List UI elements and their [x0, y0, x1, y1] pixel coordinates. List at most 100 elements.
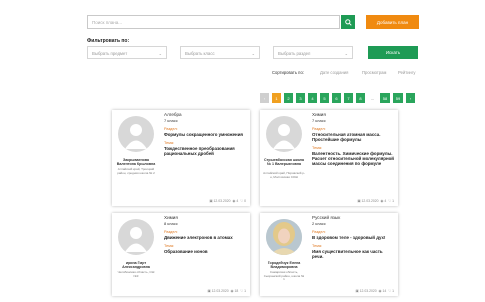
add-plan-button[interactable]: Добавить план — [366, 15, 419, 29]
sort-label: Сортировать по: — [272, 70, 304, 75]
author-org: Алтайский край, Пировский р-н, Мостовска… — [263, 171, 305, 179]
likes-count: 1 — [392, 289, 394, 293]
plan-card[interactable]: Городейчук Елена Владимировна Самарская … — [260, 213, 398, 296]
subject: Русский язык — [312, 215, 341, 220]
card-body: Алгебра 7 класс Раздел: Формулы сокращен… — [164, 112, 246, 156]
subject: Химия — [164, 215, 178, 220]
page-2[interactable]: 2 — [284, 93, 293, 103]
grade: 2 класс — [312, 221, 326, 226]
page-8[interactable]: 8 — [356, 93, 365, 103]
page-58[interactable]: 58 — [380, 93, 390, 103]
avatar — [118, 219, 154, 255]
author-name: Стрыевбахская школа № 1 Валерьяновна — [264, 158, 304, 167]
user-placeholder-icon — [273, 124, 295, 149]
date: 12.03.2020 — [213, 199, 231, 203]
section-value: Движение электронов в атомах — [164, 235, 233, 240]
like-icon[interactable]: ♡ — [240, 199, 243, 203]
grade: 7 класс — [164, 118, 178, 123]
page-ellipsis: ... — [368, 93, 377, 103]
chevron-down-icon: ⌄ — [251, 51, 255, 56]
page-5[interactable]: 5 — [320, 93, 329, 103]
sort-by-views[interactable]: Просмотрам — [362, 70, 386, 75]
section-value: Формулы сокращенного умножения — [164, 132, 243, 137]
subject-select[interactable]: Выбрать предмет ⌄ — [87, 46, 167, 59]
eye-icon: ◉ — [380, 199, 384, 203]
page-prev[interactable]: ‹ — [260, 93, 269, 103]
grade: 7 класс — [312, 118, 326, 123]
avatar — [118, 116, 154, 152]
eye-icon: ◉ — [232, 199, 236, 203]
date: 12.03.2020 — [359, 289, 377, 293]
sort-by-date[interactable]: Дате создания — [320, 70, 348, 75]
views-count: 18 — [234, 289, 239, 293]
plan-card[interactable]: Закрываенова Валентина Крыловна Алтайски… — [112, 110, 250, 206]
avatar — [266, 116, 302, 152]
filter-label: Фильтровать по: — [87, 38, 130, 44]
likes-count: 0 — [244, 199, 246, 203]
sort-by-rating[interactable]: Рейтингу — [398, 70, 415, 75]
topic-value: Образование ионов — [164, 249, 208, 254]
card-body: Русский язык 2 класс Раздел: В здоровом … — [312, 215, 394, 259]
grade-select[interactable]: Выбрать класс ⌄ — [180, 46, 260, 59]
likes-count: 1 — [392, 199, 394, 203]
author-name: ирина Гмрт Александровна — [122, 261, 150, 270]
topic-value: Имя существительное как часть речи. — [312, 249, 383, 259]
like-icon[interactable]: ♡ — [240, 289, 243, 293]
likes-count: 1 — [244, 289, 246, 293]
grade-select-value: Выбрать класс — [185, 51, 215, 56]
chevron-down-icon: ⌄ — [158, 51, 162, 56]
card-footer: ▣ 12.03.2020 ◉ 14 ♡ 1 — [312, 289, 394, 293]
views-count: 4 — [384, 199, 387, 203]
sort-row: Сортировать по: Дате создания Просмотрам… — [272, 70, 432, 78]
page-4[interactable]: 4 — [308, 93, 317, 103]
page: Поиск плана... Добавить план Фильтровать… — [0, 0, 485, 302]
search-input[interactable]: Поиск плана... — [87, 15, 340, 29]
topic-value: Тождественное преобразования рациональны… — [164, 146, 235, 156]
calendar-icon: ▣ — [207, 289, 211, 293]
chevron-down-icon: ⌄ — [344, 51, 348, 56]
page-59[interactable]: 59 — [393, 93, 403, 103]
plan-card[interactable]: ирина Гмрт Александровна Челябинская обл… — [112, 213, 250, 296]
section-value: Относительная атомная масса. Простейшие … — [312, 132, 381, 142]
card-footer: ▣ 12.03.2020 ◉ 4 ♡ 1 — [312, 199, 394, 203]
grade: 8 класс — [164, 221, 178, 226]
author-name: Городейчук Елена Владимировна — [267, 261, 301, 270]
page-7[interactable]: 7 — [344, 93, 353, 103]
page-1[interactable]: 1 — [272, 93, 281, 103]
subject-select-value: Выбрать предмет — [92, 51, 128, 56]
author-org: Алтайский край, Троицкий район, средняя … — [117, 167, 155, 175]
topic-value: Валентность. Химические формулы. Расчет … — [312, 151, 394, 166]
calendar-icon: ▣ — [357, 199, 361, 203]
like-icon[interactable]: ♡ — [388, 289, 391, 293]
calendar-icon: ▣ — [355, 289, 359, 293]
author-org: Самарская область, Сызранский район, шко… — [263, 270, 305, 282]
search-button[interactable] — [341, 15, 355, 29]
page-6[interactable]: 6 — [332, 93, 341, 103]
author-name: Закрываенова Валентина Крыловна — [116, 158, 156, 167]
card-body: Химия 8 класс Раздел: Движение электроно… — [164, 215, 246, 254]
section-select-value: Выбрать раздел — [278, 51, 311, 56]
subject: Химия — [312, 112, 326, 117]
user-placeholder-icon — [125, 227, 147, 252]
calendar-icon: ▣ — [209, 199, 213, 203]
pagination: ‹ 1 2 3 4 5 6 7 8 ... 58 59 › — [260, 93, 415, 103]
find-button[interactable]: Искать — [368, 46, 418, 59]
search-icon — [344, 18, 352, 26]
page-next[interactable]: › — [406, 93, 415, 103]
like-icon[interactable]: ♡ — [388, 199, 391, 203]
views-count: 14 — [382, 289, 387, 293]
section-value: В здоровом теле - здоровый дух! — [312, 235, 386, 240]
date: 12.03.2020 — [211, 289, 229, 293]
avatar-photo — [266, 219, 302, 255]
user-photo-icon — [266, 219, 302, 255]
subject: Алгебра — [164, 112, 182, 117]
section-select[interactable]: Выбрать раздел ⌄ — [273, 46, 353, 59]
card-footer: ▣ 12.03.2020 ◉ 4 ♡ 0 — [164, 199, 246, 203]
card-body: Химия 7 класс Раздел: Относительная атом… — [312, 112, 394, 166]
plan-card[interactable]: Стрыевбахская школа № 1 Валерьяновна Алт… — [260, 110, 398, 206]
author-org: Челябинская область, СШ №3 — [117, 270, 155, 278]
views-count: 4 — [236, 199, 239, 203]
card-footer: ▣ 12.03.2020 ◉ 18 ♡ 1 — [164, 289, 246, 293]
date: 12.03.2020 — [361, 199, 379, 203]
page-3[interactable]: 3 — [296, 93, 305, 103]
